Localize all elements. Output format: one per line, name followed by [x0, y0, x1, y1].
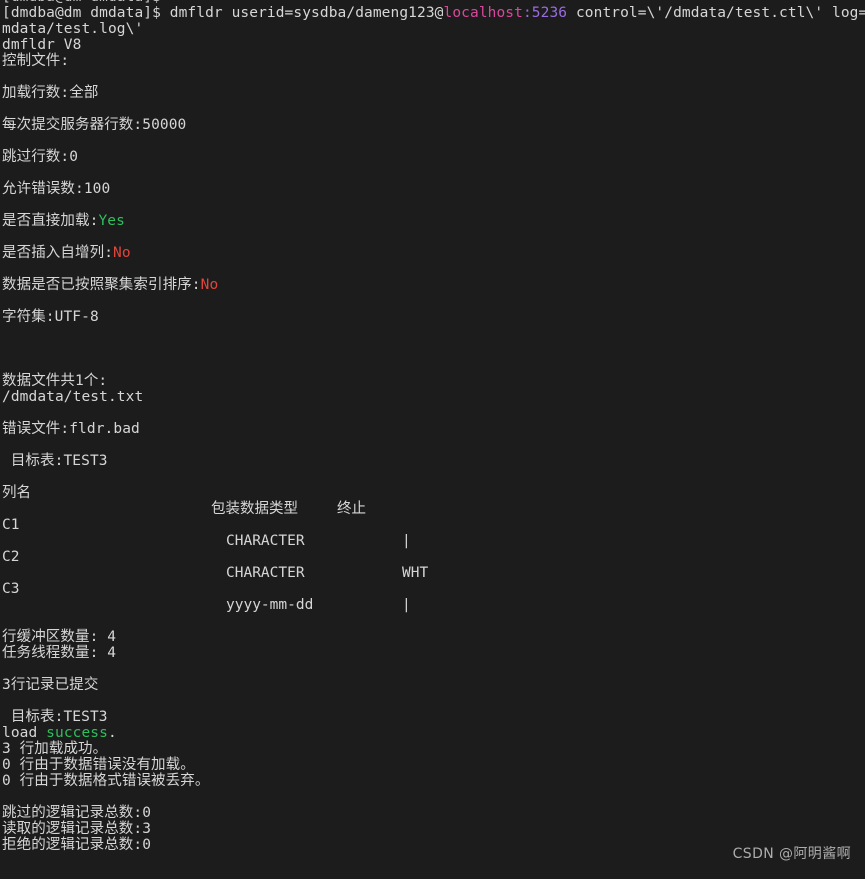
command-line: [dmdba@dm dmdata]$ dmfldr userid=sysdba/… — [0, 5, 865, 21]
table-row-detail: CHARACTER WHT — [0, 565, 865, 581]
param-sorted-by-cluster-index: 数据是否已按照聚集索引排序:No — [0, 277, 865, 293]
command-args: control=\'/dmdata/test.ctl\' log=\'/d — [575, 5, 865, 21]
param-label: 数据是否已按照聚集索引排序: — [2, 277, 201, 293]
param-label: 字符集: — [2, 309, 55, 325]
column-type: CHARACTER — [226, 565, 305, 581]
command-host: localhost — [443, 5, 523, 21]
param-value: No — [200, 277, 219, 293]
param-load-rows: 加载行数:全部 — [0, 85, 865, 101]
load-suffix: . — [107, 725, 117, 741]
table-row: C3 — [0, 581, 865, 597]
command-port: :5236 — [522, 5, 568, 21]
target-table-line-2: 目标表:TEST3 — [2, 709, 108, 725]
table-row: C1 — [0, 517, 865, 533]
param-insert-identity: 是否插入自增列:No — [0, 245, 865, 261]
summary-format-error: 0 行由于数据格式错误被丢弃。 — [2, 773, 210, 789]
column-terminator: | — [402, 533, 411, 549]
task-thread-count-line: 任务线程数量: 4 — [2, 645, 117, 661]
version-line: dmfldr V8 — [2, 37, 82, 53]
command-wrap-line: mdata/test.log\' — [2, 21, 144, 37]
table-row: C2 — [0, 549, 865, 565]
summary-loaded: 3 行加载成功。 — [2, 741, 108, 757]
table-row-detail: yyyy-mm-dd | — [0, 597, 865, 613]
columns-header-terminator: 终止 — [337, 501, 366, 517]
summary-data-error: 0 行由于数据错误没有加载。 — [2, 757, 195, 773]
target-table-line-1: 目标表:TEST3 — [2, 453, 108, 469]
param-skip-rows: 跳过行数:0 — [0, 149, 865, 165]
table-row-detail: CHARACTER | — [0, 533, 865, 549]
columns-header-name: 列名 — [2, 485, 31, 501]
data-file-path: /dmdata/test.txt — [2, 389, 144, 405]
columns-header-type: 包装数据类型 — [211, 501, 298, 517]
param-value: No — [113, 245, 131, 261]
columns-table-header-row: 列名 — [0, 485, 865, 501]
param-value: 全部 — [69, 85, 99, 101]
column-type: CHARACTER — [226, 533, 305, 549]
total-rejected: 拒绝的逻辑记录总数:0 — [2, 837, 152, 853]
row-buffer-count-line: 行缓冲区数量: 4 — [2, 629, 117, 645]
param-direct-load: 是否直接加载:Yes — [0, 213, 865, 229]
command-text: dmfldr userid=sysdba/dameng123@ — [160, 5, 444, 21]
total-skipped: 跳过的逻辑记录总数:0 — [2, 805, 152, 821]
column-terminator: WHT — [402, 565, 429, 581]
total-read: 读取的逻辑记录总数:3 — [2, 821, 152, 837]
param-label: 是否插入自增列: — [2, 245, 114, 261]
control-file-header: 控制文件: — [2, 53, 70, 69]
columns-table-header-row-2: 包装数据类型 终止 — [0, 501, 865, 517]
clipped-prompt-line: [dmdba@dm dmdata]$ — [0, 0, 865, 5]
terminal-window[interactable]: [dmdba@dm dmdata]$ [dmdba@dm dmdata]$ dm… — [0, 0, 865, 879]
committed-rows-line: 3行记录已提交 — [2, 677, 99, 693]
column-name: C1 — [2, 517, 20, 533]
param-allowed-errors: 允许错误数:100 — [0, 181, 865, 197]
column-name: C2 — [2, 549, 20, 565]
param-commit-rows: 每次提交服务器行数:50000 — [0, 117, 865, 133]
load-status: success — [46, 725, 108, 741]
error-file-line: 错误文件:fldr.bad — [2, 421, 140, 437]
column-name: C3 — [2, 581, 20, 597]
load-prefix: load — [2, 725, 47, 741]
param-value: UTF-8 — [54, 309, 99, 325]
param-value: Yes — [98, 213, 125, 229]
param-label: 每次提交服务器行数: — [2, 117, 143, 133]
data-file-header: 数据文件共1个: — [2, 373, 108, 389]
param-label: 加载行数: — [2, 85, 70, 101]
shell-prompt: [dmdba@dm dmdata]$ — [2, 5, 161, 21]
column-terminator: | — [402, 597, 411, 613]
param-label: 是否直接加载: — [2, 213, 99, 229]
column-type: yyyy-mm-dd — [226, 597, 314, 613]
load-result-line: load success. — [0, 725, 865, 741]
param-label: 跳过行数: — [2, 149, 70, 165]
param-value: 50000 — [142, 117, 187, 133]
param-charset: 字符集:UTF-8 — [0, 309, 865, 325]
param-label: 允许错误数: — [2, 181, 84, 197]
terminal-scroll-area: [dmdba@dm dmdata]$ [dmdba@dm dmdata]$ dm… — [0, 0, 865, 879]
param-value: 100 — [83, 181, 111, 197]
param-value: 0 — [69, 149, 79, 165]
